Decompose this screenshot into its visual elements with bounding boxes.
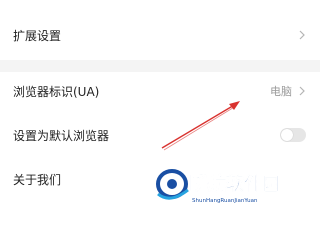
- extension-settings-label: 扩展设置: [13, 28, 62, 43]
- about-row[interactable]: 关于我们: [0, 160, 320, 198]
- user-agent-label: 浏览器标识(UA): [13, 84, 100, 99]
- default-browser-row: 设置为默认浏览器: [0, 116, 320, 154]
- default-browser-right: [280, 128, 307, 142]
- extension-settings-row[interactable]: 扩展设置: [0, 16, 320, 54]
- settings-page: 扩展设置 浏览器标识(UA) 电脑 设置为默认浏览器 关于我们 瞬航软件园 Sh…: [0, 0, 320, 209]
- section-divider: [0, 60, 320, 72]
- default-browser-toggle[interactable]: [280, 128, 306, 142]
- extension-settings-right: [297, 29, 307, 41]
- toggle-knob: [281, 129, 293, 141]
- chevron-right-icon: [299, 30, 305, 40]
- watermark-subtitle: ShunHangRuanJianYuan: [192, 198, 258, 204]
- about-label: 关于我们: [13, 172, 62, 187]
- user-agent-row[interactable]: 浏览器标识(UA) 电脑: [0, 72, 320, 110]
- chevron-right-icon: [299, 86, 305, 96]
- user-agent-right: 电脑: [270, 83, 307, 99]
- user-agent-value: 电脑: [270, 85, 292, 98]
- default-browser-label: 设置为默认浏览器: [13, 128, 110, 143]
